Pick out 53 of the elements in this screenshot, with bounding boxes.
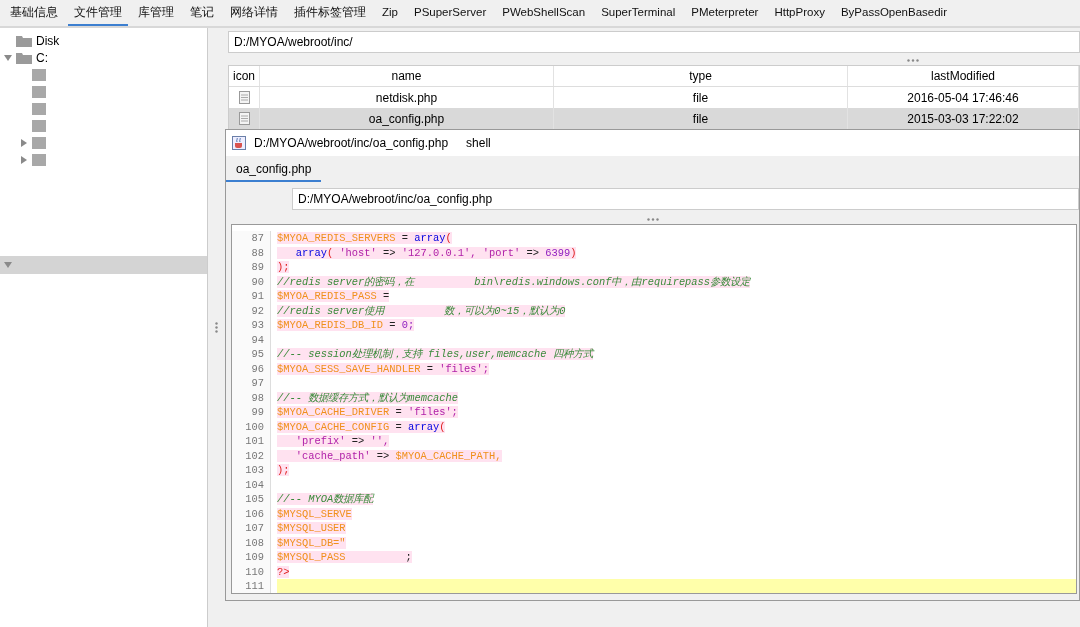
path-field[interactable]: D:/MYOA/webroot/inc/ <box>228 31 1080 53</box>
column-header[interactable]: type <box>554 66 848 86</box>
window-title: D:/MYOA/webroot/inc/oa_config.php <box>254 136 449 150</box>
file-icon <box>238 91 250 104</box>
tree-item[interactable]: C: <box>0 49 207 66</box>
table-cell: file <box>692 90 709 105</box>
splitter-grip-icon[interactable] <box>215 322 218 333</box>
main-tab[interactable]: 基础信息 <box>4 0 64 26</box>
resize-grip-icon[interactable] <box>906 58 919 62</box>
table-cell: netdisk.php <box>375 90 438 105</box>
column-header[interactable]: name <box>260 66 554 86</box>
code-editor[interactable] <box>231 224 1077 594</box>
collapse-arrow-icon[interactable] <box>4 53 12 62</box>
main-tab[interactable]: PWebShellScan <box>496 0 592 26</box>
line-number: 93 <box>232 318 271 333</box>
line-number: 91 <box>232 289 271 304</box>
file-row[interactable]: oa_config.php file 2015-03-03 17:22:02 <box>229 108 1079 129</box>
line-number: 103 <box>232 463 271 478</box>
file-icon <box>238 112 250 125</box>
line-number: 111 <box>232 579 271 593</box>
main-tab[interactable]: 插件标签管理 <box>288 0 372 26</box>
line-number: 95 <box>232 347 271 362</box>
editor-tab[interactable]: oa_config.php <box>226 158 322 182</box>
path-field[interactable]: D:/MYOA/webroot/inc/oa_config.php <box>292 188 1079 210</box>
table-cell: file <box>692 111 709 126</box>
line-number: 105 <box>232 492 271 507</box>
main-tab[interactable]: Zip <box>376 0 404 26</box>
table-cell: 2016-05-04 17:46:46 <box>907 90 1019 105</box>
table-cell: oa_config.php <box>368 111 445 126</box>
table-cell: 2015-03-03 17:22:02 <box>907 111 1019 126</box>
line-number: 89 <box>232 260 271 275</box>
tree-item[interactable]: Disk <box>0 32 207 49</box>
main-tab[interactable]: 文件管理 <box>68 0 128 26</box>
main-tab[interactable]: PMeterpreter <box>685 0 765 26</box>
main-tab[interactable]: ByPassOpenBasedir <box>834 0 953 26</box>
line-number: 101 <box>232 434 271 449</box>
main-tab[interactable]: SuperTerminal <box>595 0 682 26</box>
main-tab[interactable]: 网络详情 <box>224 0 284 26</box>
line-number: 109 <box>232 550 271 565</box>
line-number: 99 <box>232 405 271 420</box>
main-tab[interactable]: HttpProxy <box>768 0 831 26</box>
line-number: 97 <box>232 376 271 391</box>
main-tab[interactable]: 库管理 <box>132 0 180 26</box>
window-subtitle: shell <box>466 136 491 150</box>
line-number: 107 <box>232 521 271 536</box>
main-tab[interactable]: 笔记 <box>184 0 220 26</box>
collapse-arrow-icon[interactable] <box>4 261 12 269</box>
column-header[interactable]: icon <box>229 66 260 86</box>
line-number: 87 <box>232 231 271 246</box>
column-header[interactable]: lastModified <box>848 66 1079 86</box>
main-tab[interactable]: PSuperServer <box>408 0 493 26</box>
cup-icon <box>232 136 246 150</box>
resize-grip-icon[interactable] <box>646 217 659 221</box>
